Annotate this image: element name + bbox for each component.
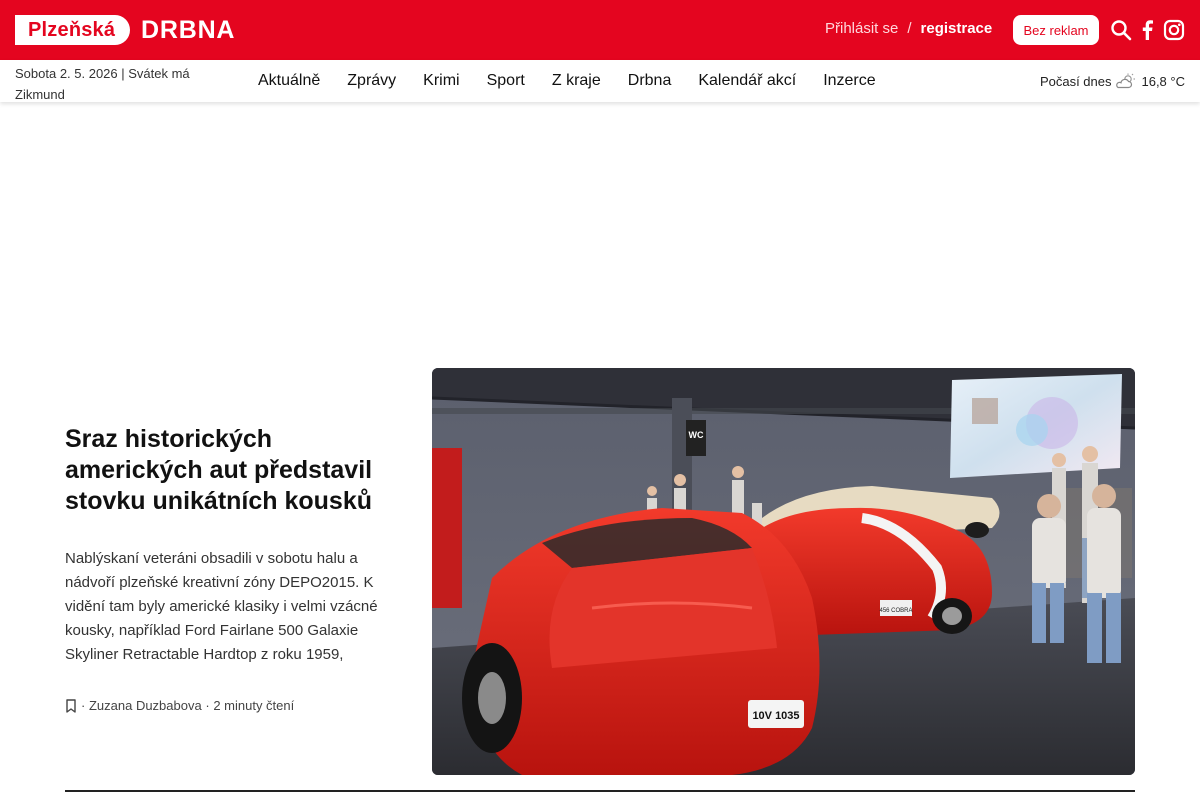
- corvette-plate-text: 10V 1035: [752, 710, 799, 722]
- logo-drbna: DRBNA: [141, 15, 236, 44]
- nav-item-sport[interactable]: Sport: [487, 72, 525, 90]
- article-title[interactable]: Sraz historických amerických aut předsta…: [65, 424, 405, 517]
- register-link[interactable]: registrace: [921, 20, 993, 37]
- meta-separator: ·: [81, 698, 86, 713]
- nav-item-krimi[interactable]: Krimi: [423, 72, 459, 90]
- nav-item-aktualne[interactable]: Aktuálně: [258, 72, 320, 90]
- nav-item-zpravy[interactable]: Zprávy: [347, 72, 396, 90]
- article-perex: Nablýskaní veteráni obsadili v sobotu ha…: [65, 550, 378, 663]
- facebook-icon[interactable]: [1135, 18, 1159, 42]
- weather-widget[interactable]: Počasí dnes 16,8 °C: [1040, 73, 1185, 89]
- weather-label: Počasí dnes: [1039, 73, 1112, 89]
- navigation-bar: Sobota 2. 5. 2026 | Svátek má Zikmund Ak…: [0, 60, 1200, 102]
- nav-item-z-kraje[interactable]: Z kraje: [552, 72, 601, 90]
- article-image[interactable]: WC 456 COBRA 10V 1035: [432, 368, 1135, 775]
- ad-free-button[interactable]: Bez reklam: [1013, 15, 1099, 45]
- nav-item-drbna[interactable]: Drbna: [628, 72, 672, 90]
- instagram-icon[interactable]: [1162, 18, 1186, 42]
- article-author[interactable]: Zuzana Duzbabova: [89, 698, 202, 713]
- temperature-value: 16,8 °C: [1141, 73, 1185, 89]
- wc-sign-text: WC: [689, 430, 704, 440]
- auth-links: Přihlásit se / registrace: [825, 20, 992, 37]
- reading-time: 2 minuty čtení: [213, 698, 295, 713]
- top-header: Plzeňská DRBNA Přihlásit se / registrace…: [0, 0, 1200, 60]
- cobra-plate-text: 456 COBRA: [879, 608, 912, 614]
- logo-plzenska: Plzeňská: [15, 15, 130, 45]
- nav-item-inzerce[interactable]: Inzerce: [823, 72, 875, 90]
- main-nav: Aktuálně Zprávy Krimi Sport Z kraje Drbn…: [258, 60, 903, 102]
- search-icon[interactable]: [1109, 18, 1133, 42]
- date-nameday: Sobota 2. 5. 2026 | Svátek má Zikmund: [15, 66, 190, 102]
- car-show-photo: WC 456 COBRA 10V 1035: [432, 368, 1135, 775]
- article-meta: · Zuzana Duzbabova · 2 minuty čtení: [65, 698, 294, 713]
- partly-cloudy-icon: [1115, 73, 1137, 89]
- auth-separator: /: [907, 20, 912, 37]
- site-logo[interactable]: Plzeňská DRBNA: [15, 15, 235, 45]
- meta-separator: ·: [205, 698, 210, 713]
- bookmark-icon[interactable]: [65, 698, 77, 713]
- nav-item-kalendar-akci[interactable]: Kalendář akcí: [698, 72, 796, 90]
- login-link[interactable]: Přihlásit se: [825, 20, 898, 37]
- section-divider: [65, 790, 1135, 792]
